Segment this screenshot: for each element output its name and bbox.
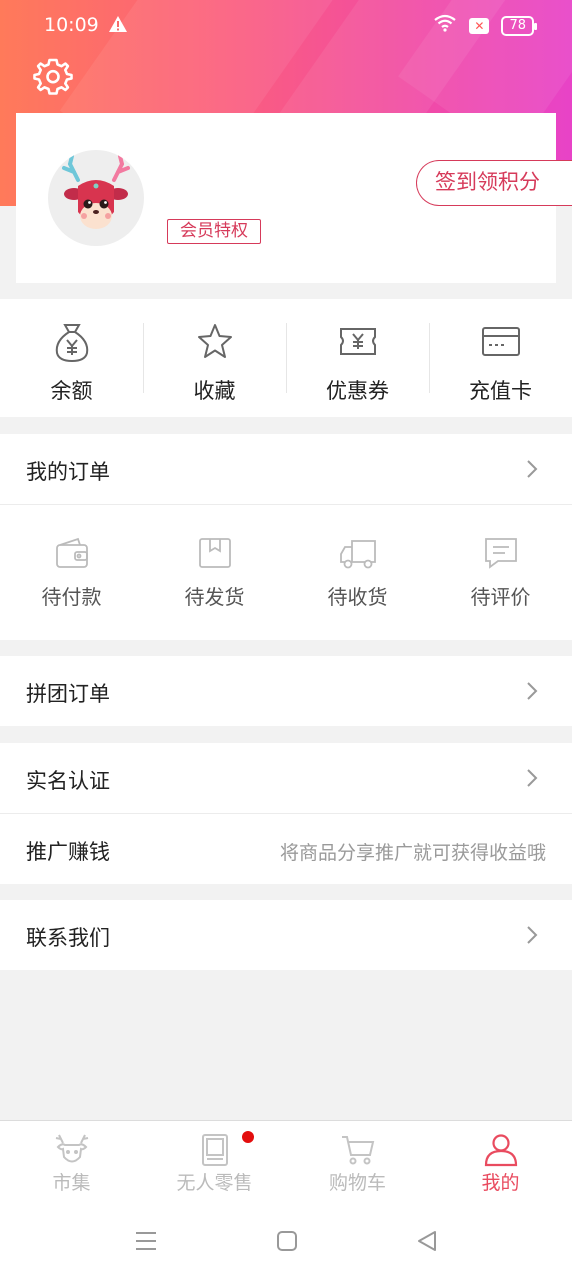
order-pending-shipment-label: 待发货 <box>184 585 245 609</box>
profile-card: 会员特权 签到领积分 <box>16 113 572 283</box>
order-status-row: 待付款 待发货 待收货 待评价 <box>0 505 572 640</box>
wallet-icon <box>55 537 88 568</box>
wifi-icon <box>433 14 457 37</box>
chevron-right-icon <box>527 926 538 944</box>
settings-button[interactable] <box>33 56 73 96</box>
quick-balance[interactable]: 余额 <box>0 299 143 417</box>
order-pending-payment[interactable]: 待付款 <box>0 505 143 640</box>
quick-recharge-card-label: 充值卡 <box>469 379 532 403</box>
status-time: 10:09 <box>44 14 99 36</box>
money-bag-icon <box>55 324 88 363</box>
box-icon <box>198 538 231 568</box>
bottom-tab-bar: 市集 无人零售 购物车 我的 <box>0 1120 572 1206</box>
truck-icon <box>339 540 376 569</box>
cart-icon <box>341 1136 374 1165</box>
contact-title: 联系我们 <box>26 926 110 950</box>
group-orders-row[interactable]: 拼团订单 <box>0 656 572 726</box>
promote-title: 推广赚钱 <box>26 840 110 864</box>
gear-icon <box>33 58 73 95</box>
coupon-icon <box>339 328 376 355</box>
menu-nav-icon[interactable] <box>134 1230 158 1252</box>
quick-recharge-card[interactable]: 充值卡 <box>429 299 572 417</box>
tab-unmanned-retail[interactable]: 无人零售 <box>143 1121 286 1206</box>
order-pending-review-label: 待评价 <box>470 585 531 609</box>
vip-privilege-badge[interactable]: 会员特权 <box>167 219 261 244</box>
system-nav-bar <box>0 1206 572 1280</box>
tab-cart[interactable]: 购物车 <box>286 1121 429 1206</box>
quick-balance-label: 余额 <box>50 379 93 403</box>
my-orders-title: 我的订单 <box>26 460 110 484</box>
quick-actions: 余额 收藏 优惠券 充值卡 <box>0 299 572 417</box>
signin-points-button[interactable]: 签到领积分 <box>416 160 572 206</box>
real-name-row[interactable]: 实名认证 <box>0 743 572 813</box>
quick-favorites[interactable]: 收藏 <box>143 299 286 417</box>
vending-icon <box>201 1134 228 1166</box>
tab-mine-label: 我的 <box>481 1172 520 1194</box>
order-pending-review[interactable]: 待评价 <box>429 505 572 640</box>
star-icon <box>197 324 232 358</box>
home-nav-icon[interactable] <box>276 1230 298 1252</box>
order-pending-payment-label: 待付款 <box>41 585 102 609</box>
order-pending-shipment[interactable]: 待发货 <box>143 505 286 640</box>
deer-icon <box>55 1134 88 1163</box>
avatar[interactable] <box>48 150 144 246</box>
tab-unmanned-retail-label: 无人零售 <box>176 1172 253 1194</box>
back-nav-icon[interactable] <box>416 1230 438 1252</box>
comment-icon <box>484 538 517 569</box>
chevron-right-icon <box>527 769 538 787</box>
order-pending-receipt-label: 待收货 <box>327 585 388 609</box>
promote-row[interactable]: 推广赚钱 将商品分享推广就可获得收益哦 <box>0 814 572 884</box>
group-orders-title: 拼团订单 <box>26 682 110 706</box>
status-bar: 10:09 ✕ 78 <box>0 0 572 52</box>
notification-dot <box>242 1131 254 1143</box>
real-name-title: 实名认证 <box>26 769 110 793</box>
quick-coupons-label: 优惠券 <box>326 379 389 403</box>
sim-off-icon: ✕ <box>469 17 490 34</box>
deer-avatar-icon <box>62 154 130 229</box>
contact-row[interactable]: 联系我们 <box>0 900 572 970</box>
quick-coupons[interactable]: 优惠券 <box>286 299 429 417</box>
quick-favorites-label: 收藏 <box>193 379 236 403</box>
tab-market[interactable]: 市集 <box>0 1121 143 1206</box>
tab-market-label: 市集 <box>52 1172 91 1194</box>
warning-icon <box>108 15 128 38</box>
my-orders-row[interactable]: 我的订单 <box>0 434 572 504</box>
tab-cart-label: 购物车 <box>328 1172 386 1194</box>
chevron-right-icon <box>527 460 538 478</box>
promote-hint: 将商品分享推广就可获得收益哦 <box>279 842 546 864</box>
battery-indicator: 78 <box>501 15 537 36</box>
tab-mine[interactable]: 我的 <box>429 1121 572 1206</box>
user-icon <box>484 1134 517 1167</box>
chevron-right-icon <box>527 682 538 700</box>
order-pending-receipt[interactable]: 待收货 <box>286 505 429 640</box>
card-icon <box>481 327 520 356</box>
